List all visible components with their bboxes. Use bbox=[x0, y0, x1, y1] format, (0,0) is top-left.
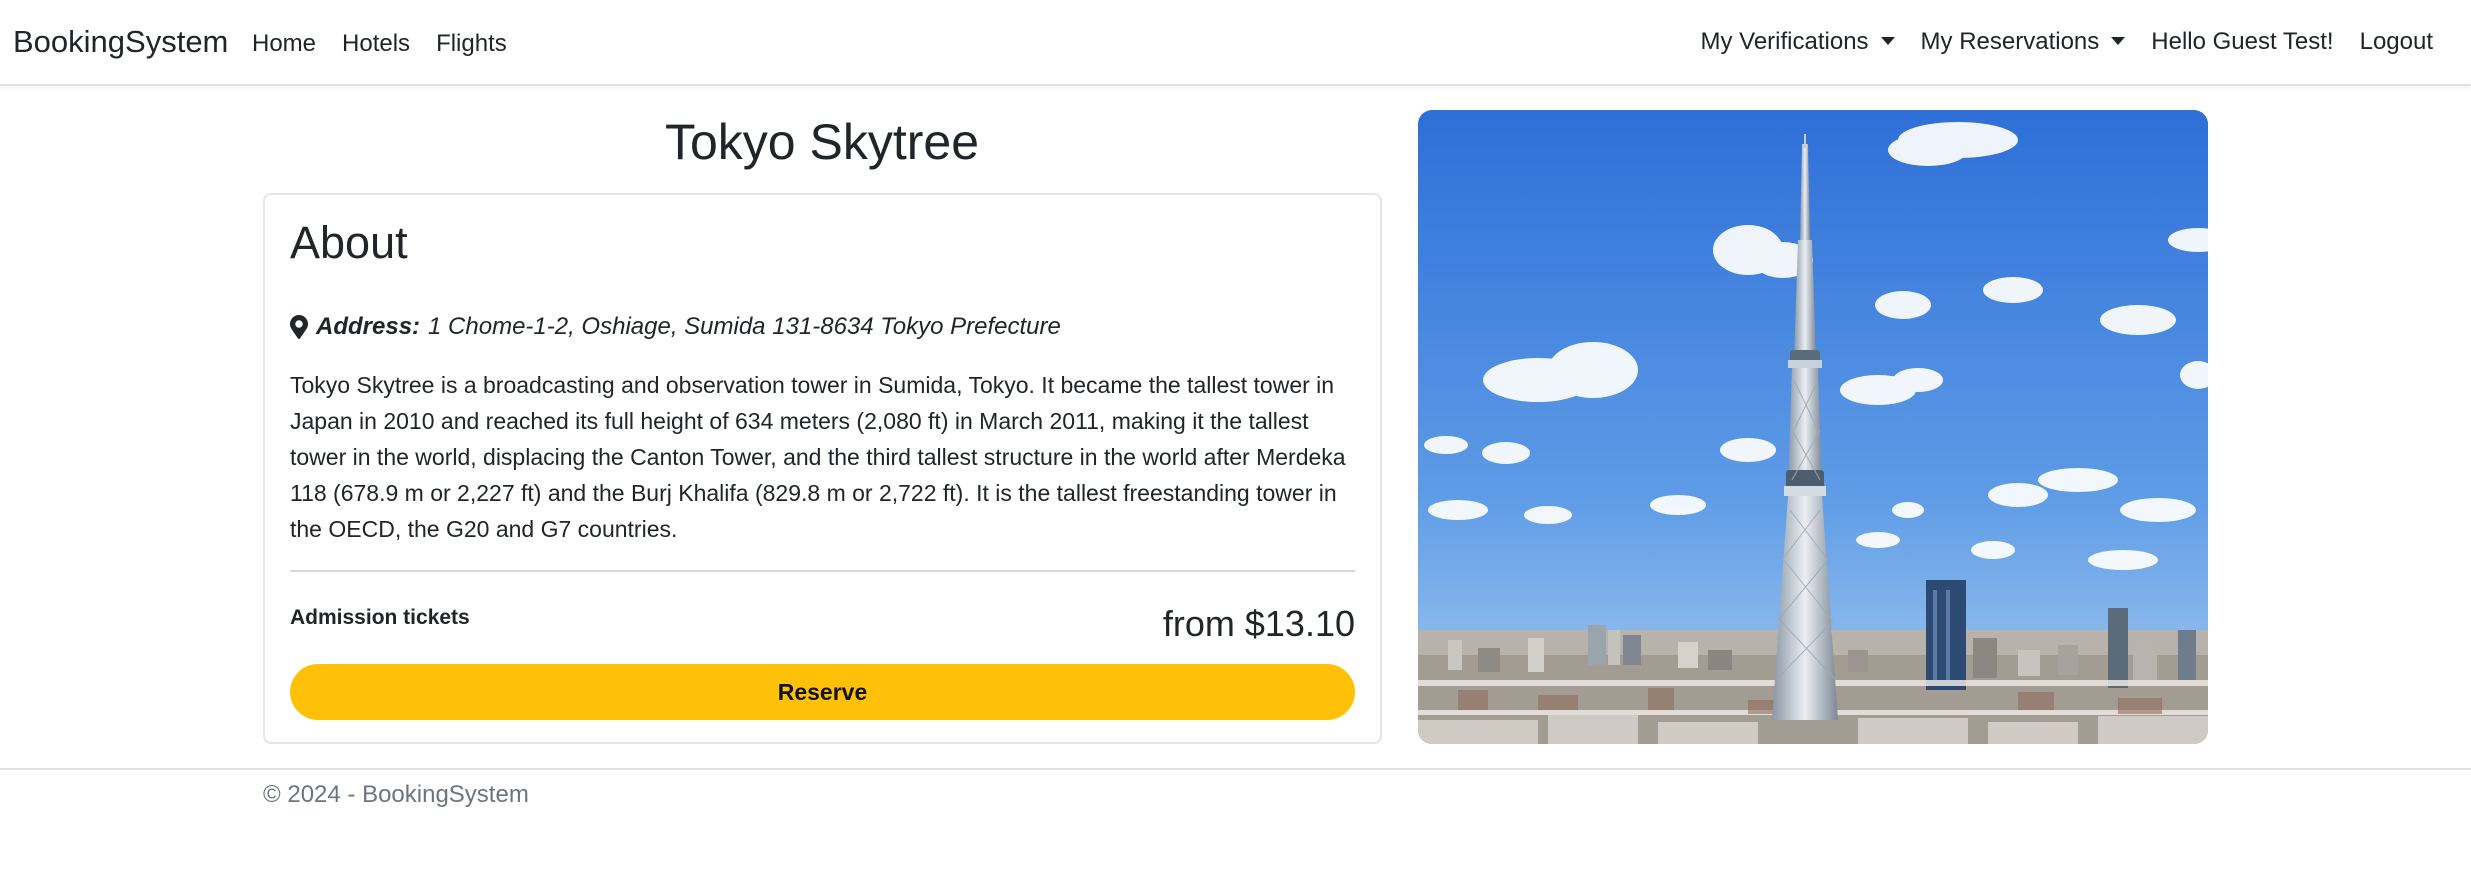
logout-link[interactable]: Logout bbox=[2347, 22, 2446, 62]
address-line: Address: 1 Chome-1-2, Oshiage, Sumida 13… bbox=[290, 311, 1355, 343]
card-body: About Address: 1 Chome-1-2, Oshiage, Sum… bbox=[290, 215, 1355, 650]
caret-down-icon bbox=[1880, 37, 1895, 45]
top-navbar: BookingSystem Home Hotels Flights My Ver… bbox=[0, 0, 2471, 86]
nav-hotels-link[interactable]: Hotels bbox=[329, 24, 423, 64]
footer-copyright: © 2024 - BookingSystem bbox=[263, 781, 529, 808]
skytree-image bbox=[1418, 110, 2208, 744]
user-nav: My Verifications My Reservations Hello G… bbox=[1687, 22, 2446, 62]
greeting-link[interactable]: Hello Guest Test! bbox=[2138, 22, 2346, 62]
page-footer: © 2024 - BookingSystem bbox=[0, 768, 2471, 869]
ticket-row: Admission tickets from $13.10 bbox=[290, 580, 1355, 650]
ticket-price: from $13.10 bbox=[1162, 603, 1355, 644]
address-value: 1 Chome-1-2, Oshiage, Sumida 131-8634 To… bbox=[428, 313, 1061, 340]
nav-home-link[interactable]: Home bbox=[252, 24, 329, 64]
attraction-photo bbox=[1418, 110, 2208, 744]
attraction-details-card: About Address: 1 Chome-1-2, Oshiage, Sum… bbox=[263, 193, 1382, 744]
divider bbox=[290, 570, 1355, 572]
page-title: Tokyo Skytree bbox=[664, 114, 979, 170]
map-marker-icon bbox=[290, 315, 308, 339]
ticket-label: Admission tickets bbox=[290, 606, 470, 629]
my-reservations-dropdown[interactable]: My Reservations bbox=[1908, 22, 2139, 62]
my-verifications-dropdown[interactable]: My Verifications bbox=[1687, 22, 1907, 62]
attraction-description: Tokyo Skytree is a broadcasting and obse… bbox=[290, 372, 1346, 542]
my-verifications-label: My Verifications bbox=[1700, 28, 1869, 55]
address-label: Address: bbox=[316, 313, 421, 340]
about-heading: About bbox=[290, 217, 408, 268]
main-nav: Home Hotels Flights bbox=[252, 24, 520, 64]
my-reservations-label: My Reservations bbox=[1920, 28, 2100, 55]
reserve-button[interactable]: Reserve bbox=[290, 664, 1355, 720]
caret-down-icon bbox=[2111, 37, 2126, 45]
brand-logo-link[interactable]: BookingSystem bbox=[13, 22, 228, 62]
nav-flights-link[interactable]: Flights bbox=[423, 24, 520, 64]
